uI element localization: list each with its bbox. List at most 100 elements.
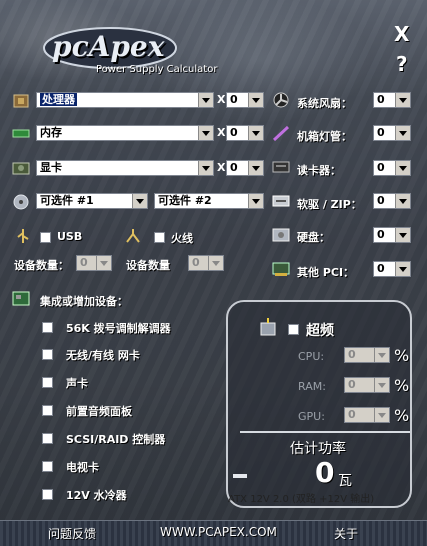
overclock-label: 超频 (306, 323, 334, 339)
chevron-down-icon[interactable] (248, 126, 263, 140)
firewire-qty-select[interactable]: 0 (188, 255, 224, 271)
hdd-qty-select[interactable]: 0 (373, 227, 411, 243)
chevron-down-icon[interactable] (395, 228, 410, 242)
chevron-down-icon[interactable] (374, 348, 389, 362)
lights-label: 机箱灯管： (297, 130, 352, 143)
integrated-checkbox[interactable] (42, 405, 53, 416)
overclock-checkbox[interactable] (288, 324, 299, 335)
fans-label: 系统风扇： (297, 97, 352, 110)
oc-ram-label: RAM: (298, 380, 326, 393)
floppy-label: 软驱 / ZIP： (297, 198, 362, 211)
percent-sign: % (394, 346, 410, 365)
pci-label: 其他 PCI： (297, 266, 355, 279)
connector-pin (233, 474, 247, 478)
firewire-label: 火线 (171, 232, 193, 245)
cpu-select[interactable]: 处理器 (36, 92, 214, 108)
card-reader-icon (272, 161, 290, 173)
optional-1-select[interactable]: 可选件 #1 (36, 193, 148, 209)
help-button[interactable]: ? (396, 52, 408, 76)
cold-cathode-icon (272, 125, 290, 141)
integrated-item-label: 无线/有线 网卡 (66, 349, 140, 362)
logo: pcApex Power Supply Calculator (38, 24, 228, 80)
gpu-qty-select[interactable]: 0 (226, 160, 264, 176)
usb-qty-select[interactable]: 0 (76, 255, 112, 271)
floppy-drive-icon (272, 195, 290, 207)
integrated-item-label: 56K 拨号调制解调器 (66, 322, 171, 335)
chevron-down-icon[interactable] (132, 194, 147, 208)
card-reader-label: 读卡器： (297, 164, 341, 177)
fan-icon (273, 92, 289, 108)
chevron-down-icon[interactable] (395, 262, 410, 276)
firewire-icon (126, 229, 140, 243)
pci-card-icon (272, 262, 290, 276)
ram-qty-select[interactable]: 0 (226, 125, 264, 141)
usb-icon (17, 229, 29, 243)
power-unit: 瓦 (338, 473, 352, 489)
gpu-select[interactable]: 显卡 (36, 160, 214, 176)
oc-ram-select[interactable]: 0 (344, 377, 390, 393)
disc-icon (13, 194, 29, 210)
atx-note: ATX 12V 2.0 (双路 +12V 输出) (228, 494, 375, 505)
chevron-down-icon[interactable] (395, 161, 410, 175)
optional-2-select[interactable]: 可选件 #2 (154, 193, 264, 209)
chevron-down-icon[interactable] (248, 93, 263, 107)
estimated-power-value: 0 (315, 456, 335, 489)
integrated-title: 集成或增加设备： (40, 295, 128, 308)
oc-cpu-select[interactable]: 0 (344, 347, 390, 363)
multiply-sign: X (217, 161, 226, 174)
percent-sign: % (394, 406, 410, 425)
calculator-window: pcApex Power Supply Calculator X ? 处理器 X… (0, 0, 427, 546)
lights-qty-select[interactable]: 0 (373, 125, 411, 141)
card-reader-qty-select[interactable]: 0 (373, 160, 411, 176)
integrated-item-label: 电视卡 (66, 461, 99, 474)
pci-qty-select[interactable]: 0 (373, 261, 411, 277)
firewire-checkbox[interactable] (154, 232, 165, 243)
about-link[interactable]: 关于 (334, 525, 358, 542)
chevron-down-icon[interactable] (395, 93, 410, 107)
chevron-down-icon[interactable] (374, 408, 389, 422)
logo-subtitle: Power Supply Calculator (96, 64, 218, 75)
chevron-down-icon[interactable] (248, 194, 263, 208)
cpu-qty-select[interactable]: 0 (226, 92, 264, 108)
feedback-link[interactable]: 问题反馈 (48, 525, 96, 542)
cpu-icon (13, 94, 29, 108)
integrated-checkbox[interactable] (42, 322, 53, 333)
estimated-power-title: 估计功率 (290, 441, 346, 457)
logo-text: pcApex (52, 30, 165, 63)
integrated-checkbox[interactable] (42, 349, 53, 360)
multiply-sign: X (217, 93, 226, 106)
overclock-chip-icon (260, 318, 276, 336)
website-link[interactable]: WWW.PCAPEX.COM (160, 525, 277, 539)
fans-qty-select[interactable]: 0 (373, 92, 411, 108)
integrated-item-label: 12V 水冷器 (66, 489, 127, 502)
integrated-item-label: 声卡 (66, 377, 88, 390)
ram-select[interactable]: 内存 (36, 125, 214, 141)
chevron-down-icon[interactable] (395, 194, 410, 208)
integrated-checkbox[interactable] (42, 461, 53, 472)
integrated-checkbox[interactable] (42, 433, 53, 444)
chevron-down-icon[interactable] (248, 161, 263, 175)
hard-disk-icon (272, 228, 290, 242)
divider (240, 431, 410, 433)
oc-gpu-label: GPU: (298, 410, 325, 423)
chevron-down-icon[interactable] (208, 256, 223, 270)
floppy-qty-select[interactable]: 0 (373, 193, 411, 209)
chevron-down-icon[interactable] (395, 126, 410, 140)
ram-icon (12, 129, 30, 138)
integrated-item-label: SCSI/RAID 控制器 (66, 433, 166, 446)
chevron-down-icon[interactable] (96, 256, 111, 270)
close-button[interactable]: X (394, 22, 409, 46)
integrated-checkbox[interactable] (42, 489, 53, 500)
usb-label: USB (57, 230, 83, 243)
hdd-label: 硬盘： (297, 231, 330, 244)
chevron-down-icon[interactable] (198, 126, 213, 140)
integrated-checkbox[interactable] (42, 377, 53, 388)
motherboard-icon (12, 291, 30, 306)
chevron-down-icon[interactable] (374, 378, 389, 392)
oc-gpu-select[interactable]: 0 (344, 407, 390, 423)
usb-checkbox[interactable] (40, 232, 51, 243)
chevron-down-icon[interactable] (198, 93, 213, 107)
usb-device-count-label: 设备数量： (14, 259, 69, 272)
multiply-sign: X (217, 126, 226, 139)
chevron-down-icon[interactable] (198, 161, 213, 175)
